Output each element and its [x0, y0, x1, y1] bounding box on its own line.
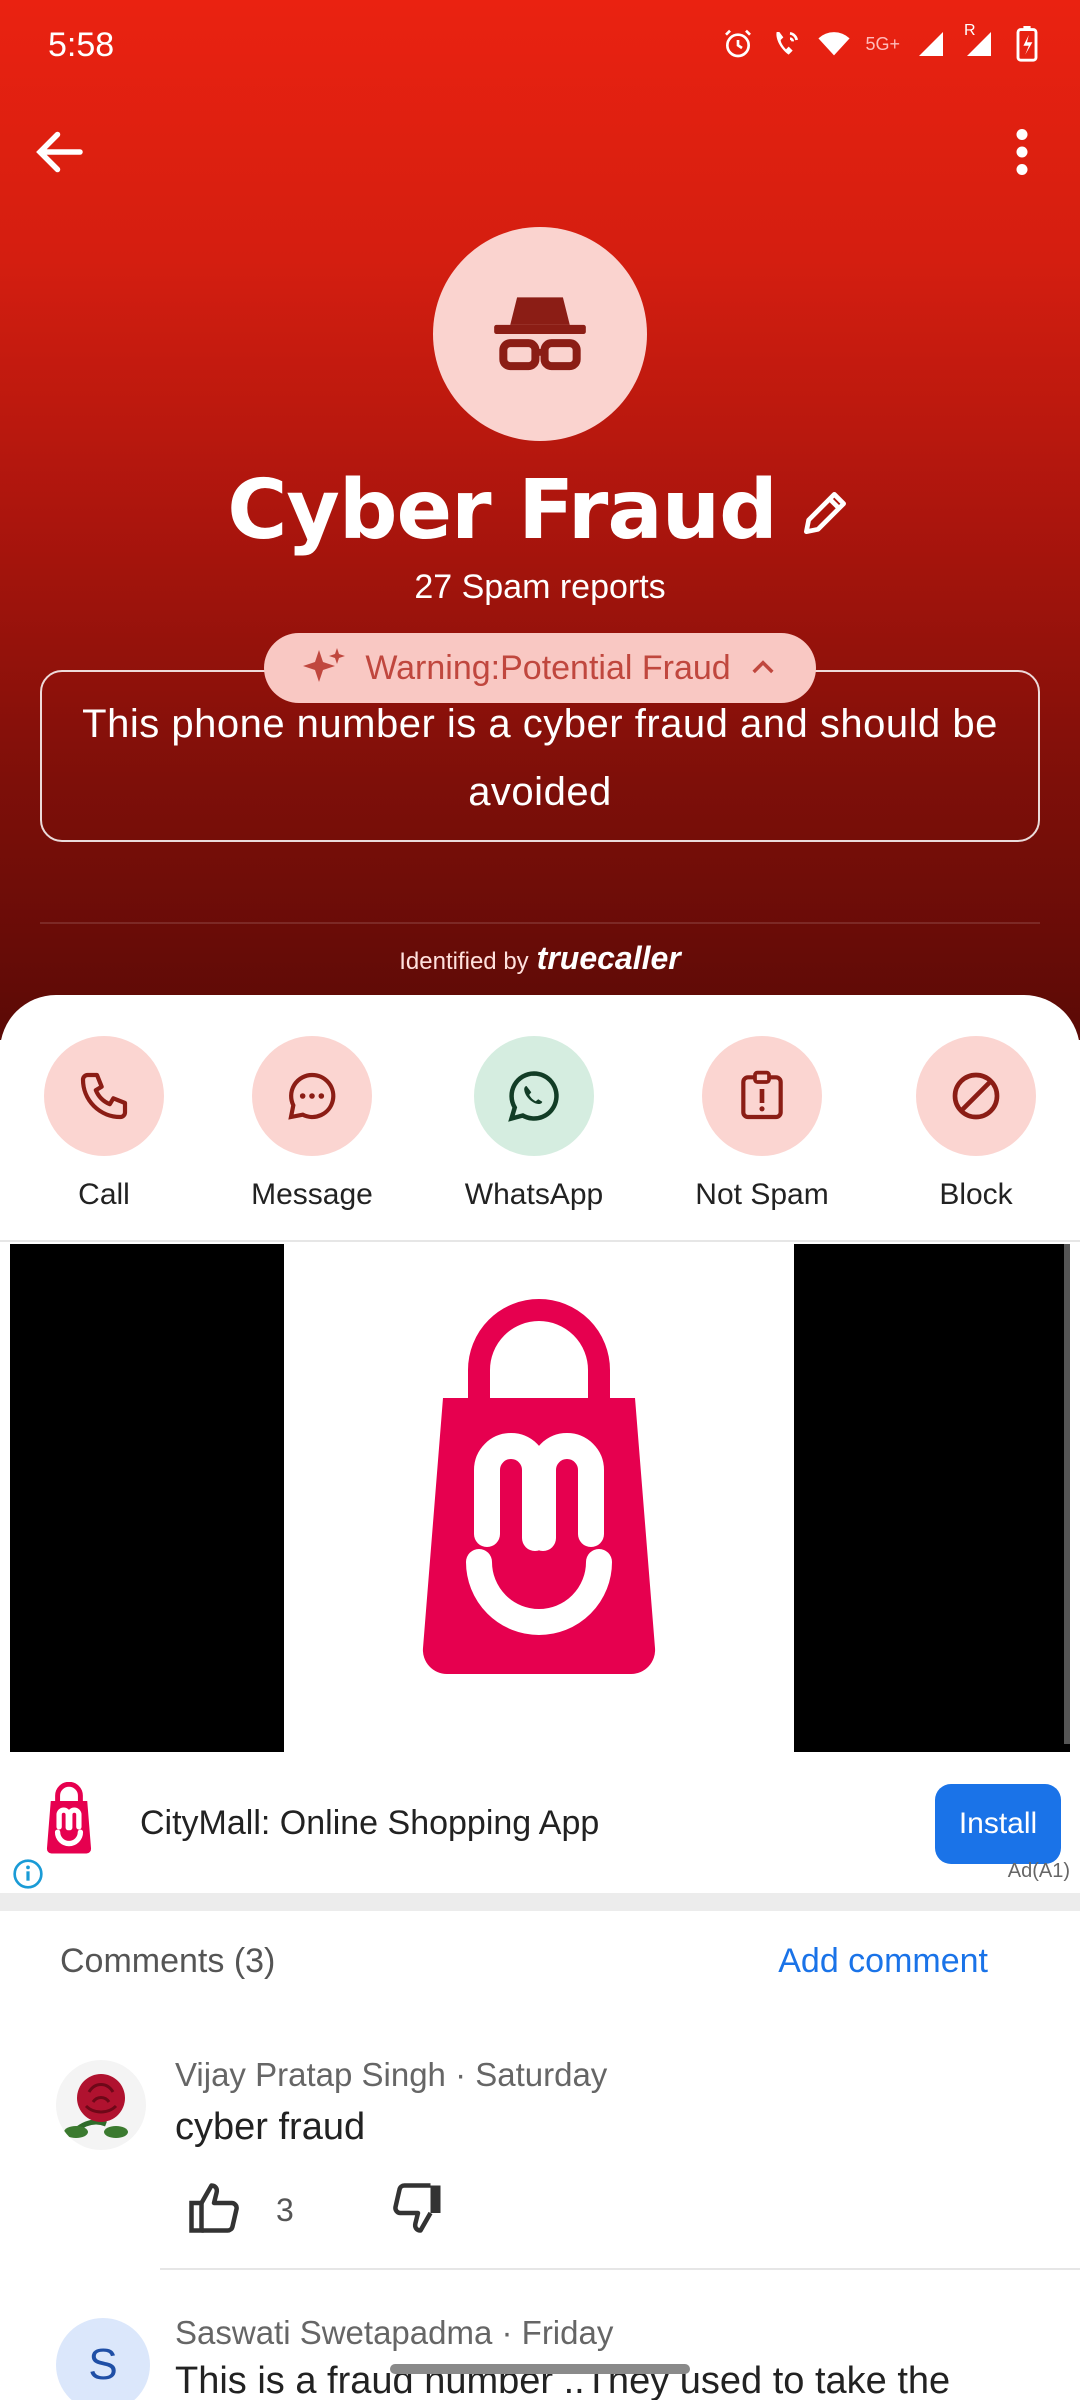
- ad-info-icon[interactable]: [12, 1858, 44, 1890]
- caller-name: Cyber Fraud: [227, 462, 778, 558]
- actions-divider: [0, 1240, 1080, 1242]
- comment-text: cyber fraud: [175, 2106, 366, 2148]
- block-label: Block: [939, 1178, 1013, 1211]
- more-options-button[interactable]: [1002, 122, 1042, 182]
- install-button[interactable]: Install: [935, 1784, 1061, 1864]
- not-spam-label: Not Spam: [695, 1178, 829, 1211]
- like-button[interactable]: [184, 2178, 244, 2238]
- alarm-icon: [721, 24, 755, 64]
- citymall-bag-icon: [422, 1299, 656, 1675]
- block-icon: [952, 1072, 1000, 1120]
- ad-row[interactable]: CityMall: Online Shopping App Install Ad…: [0, 1760, 1080, 1882]
- whatsapp-icon: [508, 1071, 559, 1122]
- avatar: [56, 2060, 146, 2150]
- not-spam-button[interactable]: Not Spam: [662, 1036, 862, 1212]
- call-label: Call: [78, 1178, 130, 1211]
- roaming-signal-icon: R: [962, 22, 996, 64]
- wifi-icon: [817, 24, 851, 64]
- identified-prefix: Identified by: [399, 948, 529, 975]
- identified-by: Identified by truecaller: [0, 940, 1080, 977]
- like-count: 3: [276, 2192, 294, 2228]
- phone-icon: [80, 1072, 128, 1120]
- status-bar: 5:58 5G+ R: [0, 0, 1080, 96]
- not-spam-icon: [741, 1070, 783, 1120]
- network-type-label: 5G+: [865, 33, 900, 54]
- ad-app-name: CityMall: Online Shopping App: [140, 1804, 600, 1842]
- comment-author: Vijay Pratap Singh · Saturday: [175, 2056, 608, 2093]
- caller-title-row: Cyber Fraud: [0, 455, 1080, 565]
- sparkle-icon: [303, 648, 346, 682]
- ad-image: [284, 1244, 794, 1752]
- thumbs-up-icon: [189, 2183, 239, 2233]
- more-vert-icon: [1016, 129, 1028, 175]
- ad-tag: Ad(A1): [1007, 1860, 1070, 1882]
- warning-label: Warning:Potential Fraud: [365, 648, 731, 687]
- comment-divider: [160, 2268, 1080, 2270]
- comments-header: Comments (3): [60, 1942, 276, 1980]
- status-time: 5:58: [48, 26, 115, 64]
- warning-toggle[interactable]: Warning:Potential Fraud: [264, 633, 816, 703]
- truecaller-logo: truecaller: [536, 940, 681, 976]
- add-comment-button[interactable]: Add comment: [778, 1942, 988, 1981]
- back-button[interactable]: [30, 122, 90, 182]
- roaming-label: R: [964, 22, 976, 39]
- gesture-nav-handle[interactable]: [390, 2364, 690, 2374]
- status-icons: 5G+ R: [721, 22, 1044, 64]
- signal-icon: [914, 24, 948, 64]
- dislike-button[interactable]: [388, 2178, 448, 2238]
- spam-report-count: 27 Spam reports: [414, 568, 666, 606]
- edit-name-button[interactable]: [797, 485, 853, 541]
- message-label: Message: [251, 1178, 373, 1211]
- ad-bottom-divider: [0, 1893, 1080, 1911]
- call-circle: [44, 1036, 164, 1156]
- thumbs-down-icon: [393, 2183, 441, 2233]
- wifi-call-icon: [769, 24, 803, 64]
- not-spam-circle: [702, 1036, 822, 1156]
- caller-avatar: [433, 227, 647, 441]
- pencil-icon: [803, 492, 846, 534]
- whatsapp-label: WhatsApp: [464, 1178, 604, 1211]
- ad-media[interactable]: [10, 1244, 1070, 1752]
- header-divider: [40, 922, 1040, 924]
- rose-icon: [64, 2074, 128, 2138]
- whatsapp-button[interactable]: WhatsApp: [434, 1036, 634, 1212]
- message-icon: [288, 1072, 336, 1120]
- call-button[interactable]: Call: [4, 1036, 204, 1212]
- citymall-logo: [40, 1781, 98, 1858]
- back-arrow-icon: [36, 131, 83, 173]
- ad-scrollbar: [1064, 1244, 1070, 1744]
- incognito-icon: [494, 297, 586, 371]
- chevron-up-icon: [752, 660, 774, 674]
- warning-description: This phone number is a cyber fraud and s…: [82, 702, 998, 814]
- block-circle: [916, 1036, 1036, 1156]
- message-button[interactable]: Message: [212, 1036, 412, 1212]
- comment-author: Saswati Swetapadma · Friday: [175, 2314, 614, 2351]
- message-circle: [252, 1036, 372, 1156]
- block-button[interactable]: Block: [876, 1036, 1076, 1212]
- battery-icon: [1010, 24, 1044, 64]
- whatsapp-circle: [474, 1036, 594, 1156]
